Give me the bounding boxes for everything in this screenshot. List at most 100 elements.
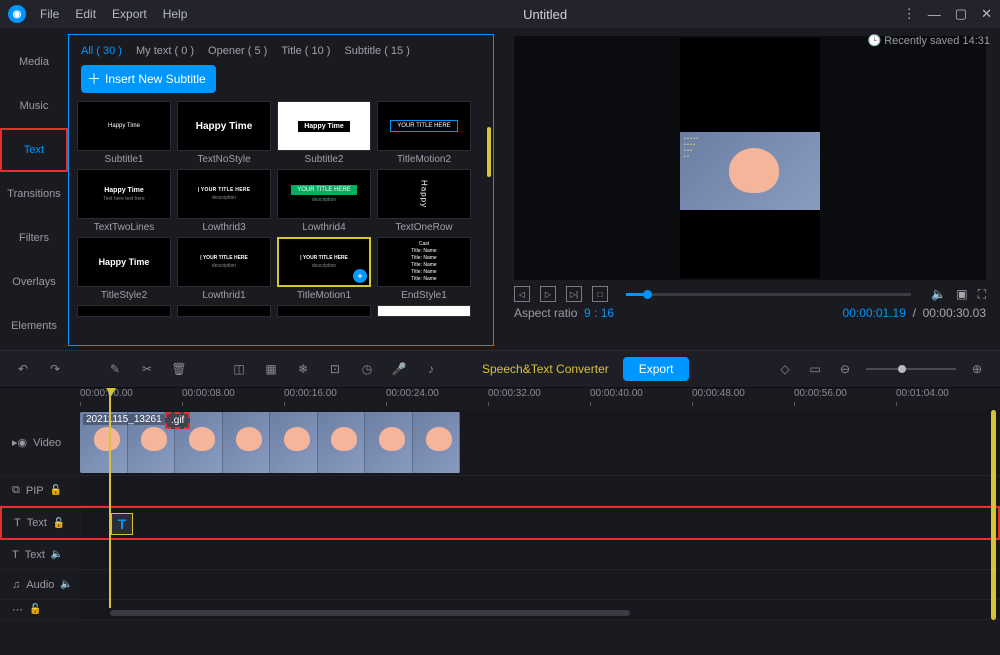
freeze-icon[interactable]: ❄: [294, 360, 312, 378]
track-label: Video: [33, 437, 61, 449]
track-label: PIP: [26, 485, 44, 497]
nav-text[interactable]: Text: [0, 128, 68, 172]
nav-media[interactable]: Media: [0, 40, 68, 84]
template-textonerow[interactable]: Happy: [377, 169, 471, 219]
prev-frame-button[interactable]: ◁: [514, 286, 530, 302]
playhead[interactable]: [109, 388, 111, 608]
nav-filters[interactable]: Filters: [0, 216, 68, 260]
fullscreen-icon[interactable]: ⛶: [978, 287, 986, 302]
template-subtitle1[interactable]: Happy Time: [77, 101, 171, 151]
text-clip[interactable]: T: [111, 513, 133, 535]
menu-file[interactable]: File: [40, 7, 59, 21]
tab-all[interactable]: All ( 30 ): [81, 45, 122, 57]
lock-icon[interactable]: 🔓: [50, 485, 62, 496]
template-partial[interactable]: [277, 305, 371, 317]
template-label: TitleStyle2: [101, 290, 147, 301]
top-area: Media Music Text Transitions Filters Ove…: [0, 28, 1000, 350]
ruler-tick: 00:00:16.00: [284, 388, 337, 399]
template-lowthrid4[interactable]: YOUR TITLE HEREdescription: [277, 169, 371, 219]
zoom-slider[interactable]: [866, 368, 956, 370]
insert-subtitle-button[interactable]: ＋ Insert New Subtitle: [81, 65, 216, 93]
aspect-ratio-button[interactable]: 9 : 16: [584, 306, 614, 320]
template-texttwolines[interactable]: Happy TimeText here text here: [77, 169, 171, 219]
main-menu: File Edit Export Help: [40, 7, 187, 21]
export-button[interactable]: Export: [623, 357, 690, 381]
volume-icon[interactable]: 🔈: [931, 287, 946, 302]
lock-icon[interactable]: 🔓: [53, 518, 65, 529]
panel-scrollbar[interactable]: [487, 127, 491, 177]
nav-transitions[interactable]: Transitions: [0, 172, 68, 216]
tab-title[interactable]: Title ( 10 ): [281, 45, 330, 57]
volume-icon[interactable]: 🔈: [60, 579, 72, 590]
video-track-body[interactable]: 20211115_13261 .gif: [80, 410, 1000, 475]
close-button[interactable]: ✕: [981, 6, 992, 22]
timeline-h-scrollbar[interactable]: [110, 610, 630, 616]
template-textnostyle[interactable]: Happy Time: [177, 101, 271, 151]
pip-track-body[interactable]: [80, 476, 1000, 505]
ruler-tick: 00:00:48.00: [692, 388, 745, 399]
tab-mytext[interactable]: My text ( 0 ): [136, 45, 194, 57]
document-title: Untitled: [187, 7, 902, 22]
audio-icon[interactable]: ♪: [422, 360, 440, 378]
undo-icon[interactable]: ↶: [14, 360, 32, 378]
playback-slider[interactable]: [626, 293, 911, 296]
template-lowthrid1[interactable]: | YOUR TITLE HEREdescription: [177, 237, 271, 287]
cut-icon[interactable]: ✂: [138, 360, 156, 378]
timeline: 00:00:00.00 00:00:08.00 00:00:16.00 00:0…: [0, 388, 1000, 620]
crop-icon[interactable]: ◫: [230, 360, 248, 378]
template-subtitle2[interactable]: Happy Time: [277, 101, 371, 151]
next-frame-button[interactable]: ▷|: [566, 286, 582, 302]
nav-elements[interactable]: Elements: [0, 304, 68, 348]
gif-badge: .gif: [165, 412, 190, 429]
duration-icon[interactable]: ◷: [358, 360, 376, 378]
text-track-body[interactable]: [80, 540, 1000, 569]
nav-overlays[interactable]: Overlays: [0, 260, 68, 304]
voiceover-icon[interactable]: 🎤: [390, 360, 408, 378]
nav-music[interactable]: Music: [0, 84, 68, 128]
tab-subtitle[interactable]: Subtitle ( 15 ): [344, 45, 409, 57]
edit-icon[interactable]: ✎: [106, 360, 124, 378]
delete-icon[interactable]: 🗑: [170, 360, 188, 378]
menu-help[interactable]: Help: [163, 7, 188, 21]
more-icon[interactable]: ⋮: [903, 6, 914, 22]
template-endstyle1[interactable]: Cast Title: Name Title: Name Title: Name…: [377, 237, 471, 287]
template-titlestyle2[interactable]: Happy Time: [77, 237, 171, 287]
volume-icon[interactable]: 🔈: [51, 549, 63, 560]
maximize-button[interactable]: ▢: [955, 6, 967, 22]
redo-icon[interactable]: ↷: [46, 360, 64, 378]
time-ruler[interactable]: 00:00:00.00 00:00:08.00 00:00:16.00 00:0…: [80, 388, 1000, 408]
template-lowthrid3[interactable]: | YOUR TITLE HEREdescription: [177, 169, 271, 219]
tab-opener[interactable]: Opener ( 5 ): [208, 45, 267, 57]
ruler-tick: 00:01:04.00: [896, 388, 949, 399]
menu-edit[interactable]: Edit: [75, 7, 96, 21]
timeline-v-scrollbar[interactable]: [991, 410, 996, 620]
zoom-icon[interactable]: ⊡: [326, 360, 344, 378]
marker-icon[interactable]: ◇: [776, 360, 794, 378]
play-button[interactable]: ▷: [540, 286, 556, 302]
audio-track-icon: ♫: [12, 579, 20, 591]
minimize-button[interactable]: —: [928, 7, 941, 22]
video-clip[interactable]: 20211115_13261 .gif: [80, 412, 460, 473]
fit-icon[interactable]: ▭: [806, 360, 824, 378]
speech-text-converter-button[interactable]: Speech&Text Converter: [482, 362, 609, 376]
audio-track-body[interactable]: [80, 570, 1000, 599]
text-track-body[interactable]: T: [82, 508, 998, 538]
add-template-button[interactable]: +: [353, 269, 367, 283]
lock-icon[interactable]: 🔓: [29, 604, 41, 615]
mosaic-icon[interactable]: ▦: [262, 360, 280, 378]
stop-button[interactable]: □: [592, 286, 608, 302]
template-titlemotion2[interactable]: YOUR TITLE HERE: [377, 101, 471, 151]
template-partial[interactable]: [377, 305, 471, 317]
zoom-out-icon[interactable]: ⊖: [836, 360, 854, 378]
template-partial[interactable]: [77, 305, 171, 317]
template-titlemotion1[interactable]: | YOUR TITLE HEREdescription +: [277, 237, 371, 287]
current-time: 00:00:01.19: [843, 306, 906, 320]
template-partial[interactable]: [177, 305, 271, 317]
snapshot-icon[interactable]: ▣: [956, 287, 967, 302]
plus-icon: ＋: [87, 69, 101, 89]
zoom-in-icon[interactable]: ⊕: [968, 360, 986, 378]
ruler-tick: 00:00:24.00: [386, 388, 439, 399]
duration: 00:00:30.03: [923, 306, 986, 320]
app-logo-icon: ◉: [8, 5, 26, 23]
menu-export[interactable]: Export: [112, 7, 147, 21]
